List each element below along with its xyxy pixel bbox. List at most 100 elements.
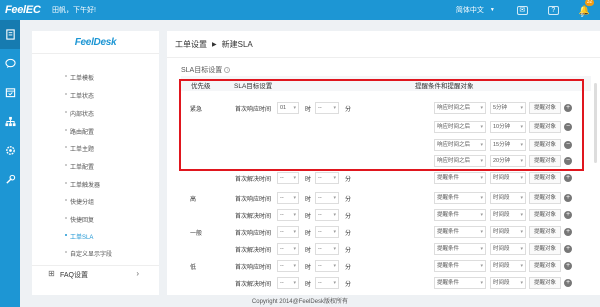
remind-target-button[interactable]: 提醒对象 [529,226,561,238]
remind-condition-select[interactable]: 提醒条件 ▾ [434,172,486,184]
minute-select[interactable]: -- ▾ [315,226,339,238]
minute-label: 分 [345,177,352,183]
sla-section-label: SLA目标设置 i [181,65,231,75]
time-slot-select[interactable]: 时间段 ▾ [490,243,526,255]
message-icon[interactable]: ✉ [516,5,528,15]
sidebar-item-ticket-config[interactable]: 工单配置 [65,162,94,171]
sidebar-item-ticket-status[interactable]: 工单状态 [65,91,94,100]
sidebar-item-internal-status[interactable]: 内部状态 [65,109,94,118]
breadcrumb: 工单设置 ▶ 新建SLA [167,31,600,58]
minute-select[interactable]: -- ▾ [315,209,339,221]
remind-condition-select[interactable]: 提醒条件 ▾ [434,277,486,289]
notification-bell-icon[interactable]: 🔔 32 9 [579,0,595,19]
hour-label: 时 [305,282,312,288]
sidebar-item-ticket-template[interactable]: 工单模板 [65,73,94,82]
calendar-icon[interactable] [0,78,20,107]
time-slot-select[interactable]: 时间段 ▾ [490,277,526,289]
time-slot-select[interactable]: 时间段 ▾ [490,172,526,184]
minute-select[interactable]: -- ▾ [315,192,339,204]
sidebar-item-quick-reply[interactable]: 快捷回复 [65,215,94,224]
sidebar-item-ticket-sla[interactable]: 工单SLA [65,232,93,241]
add-remind-icon[interactable]: + [564,262,572,270]
sidebar-item-faq-settings[interactable]: ⊞ FAQ设置 › [32,265,159,283]
top-bar: FeelEC 田帆，下午好! 简体中文 ▼ ✉ ? 🔔 32 9 [0,0,600,20]
minute-label: 分 [345,231,352,237]
remind-condition-select[interactable]: 提醒条件 ▾ [434,260,486,272]
remind-target-button[interactable]: 提醒对象 [529,209,561,221]
ticket-icon[interactable] [0,20,20,49]
sidebar-item-custom-fields[interactable]: 自定义显示字段 [65,249,112,258]
sidebar-item-routing[interactable]: 路由配置 [65,127,94,136]
language-chevron-down-icon[interactable]: ▼ [490,7,495,13]
time-slot-select[interactable]: 时间段 ▾ [490,226,526,238]
add-remind-icon[interactable]: + [564,211,572,219]
org-icon[interactable] [0,107,20,136]
remind-target-button[interactable]: 提醒对象 [529,192,561,204]
sidebar-item-ticket-topic[interactable]: 工单主题 [65,144,94,153]
priority-high: 高 [190,197,197,203]
notification-badge: 32 [584,0,595,6]
remind-condition-select[interactable]: 提醒条件 ▾ [434,209,486,221]
hour-label: 时 [305,231,312,237]
breadcrumb-arrow-icon: ▶ [212,41,217,48]
minute-label: 分 [345,265,352,271]
first-resolve-label: 首次解决时间 [235,282,272,288]
first-resolve-label: 首次解决时间 [235,177,272,183]
sidebar-item-ticket-trigger[interactable]: 工单触发器 [65,180,100,189]
hour-select[interactable]: -- ▾ [277,209,299,221]
hour-label: 时 [305,197,312,203]
hour-label: 时 [305,214,312,220]
hour-select[interactable]: -- ▾ [277,260,299,272]
time-slot-select[interactable]: 时间段 ▾ [490,192,526,204]
remind-target-button[interactable]: 提醒对象 [529,260,561,272]
tools-icon[interactable] [0,165,20,194]
add-remind-icon[interactable]: + [564,279,572,287]
breadcrumb-ticket-settings[interactable]: 工单设置 [175,39,207,50]
remind-target-button[interactable]: 提醒对象 [529,243,561,255]
minute-select[interactable]: -- ▾ [315,260,339,272]
priority-normal: 一般 [190,231,203,237]
add-remind-icon[interactable]: + [564,194,572,202]
chevron-right-icon: › [136,269,139,278]
hour-select[interactable]: -- ▾ [277,226,299,238]
left-icon-nav [0,20,20,307]
scrollbar[interactable] [594,83,597,163]
help-icon[interactable]: ? [547,5,559,15]
add-remind-icon[interactable]: + [564,174,572,182]
time-slot-select[interactable]: 时间段 ▾ [490,209,526,221]
first-response-label: 首次响应时间 [235,197,272,203]
minute-select[interactable]: -- ▾ [315,243,339,255]
highlight-box [179,79,584,171]
minute-label: 分 [345,282,352,288]
sidebar-item-quick-group[interactable]: 快捷分组 [65,197,94,206]
language-select[interactable]: 简体中文 [456,5,484,15]
footer-copyright: Copyright 2014@FeelDesk版权所有 [251,299,349,305]
remind-condition-select[interactable]: 提醒条件 ▾ [434,192,486,204]
app-logo: FeelEC [5,4,41,16]
resolve-hour-select[interactable]: -- ▾ [277,172,299,184]
minute-label: 分 [345,248,352,254]
first-resolve-label: 首次解决时间 [235,248,272,254]
chat-icon[interactable] [0,49,20,78]
remind-condition-select[interactable]: 提醒条件 ▾ [434,243,486,255]
settings-icon[interactable] [0,136,20,165]
hour-label: 时 [305,177,312,183]
minute-label: 分 [345,197,352,203]
add-remind-icon[interactable]: + [564,245,572,253]
hour-select[interactable]: -- ▾ [277,277,299,289]
remind-target-button[interactable]: 提醒对象 [529,277,561,289]
hour-select[interactable]: -- ▾ [277,243,299,255]
minute-select[interactable]: -- ▾ [315,277,339,289]
sidebar-logo: FeelDesk [32,31,159,54]
first-resolve-label: 首次解决时间 [235,214,272,220]
resolve-minute-select[interactable]: -- ▾ [315,172,339,184]
faq-plus-icon: ⊞ [48,269,55,278]
time-slot-select[interactable]: 时间段 ▾ [490,260,526,272]
remind-target-button[interactable]: 提醒对象 [529,172,561,184]
notification-sub-count: 9 [580,12,584,19]
hour-select[interactable]: -- ▾ [277,192,299,204]
add-remind-icon[interactable]: + [564,228,572,236]
hour-label: 时 [305,265,312,271]
first-response-label: 首次响应时间 [235,231,272,237]
remind-condition-select[interactable]: 提醒条件 ▾ [434,226,486,238]
